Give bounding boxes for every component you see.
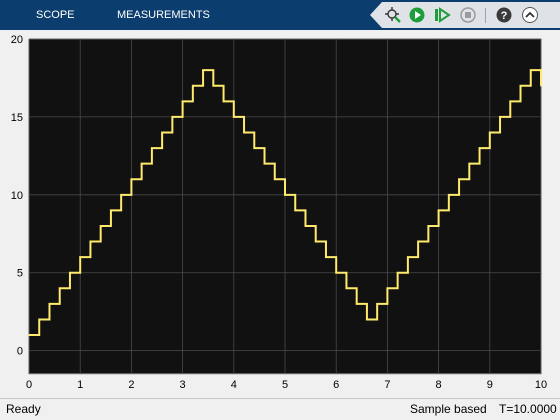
scope-plot[interactable]: 0 1 2 3 4 5 6 7 8 9 10 0 5 10 15 20 <box>0 30 560 398</box>
data-point <box>151 147 153 149</box>
data-point <box>386 287 389 290</box>
y-tick-label: 10 <box>11 190 23 202</box>
data-point <box>181 100 184 103</box>
x-tick-label: 2 <box>128 379 134 391</box>
data-point <box>519 84 522 87</box>
data-point <box>140 162 143 165</box>
x-tick-label: 8 <box>436 379 442 391</box>
run-icon[interactable] <box>408 6 426 24</box>
y-tick-label: 20 <box>11 34 23 46</box>
data-point <box>48 303 51 305</box>
tab-scope[interactable]: SCOPE <box>36 9 75 21</box>
x-tick-label: 10 <box>535 379 547 391</box>
data-point <box>489 131 491 134</box>
data-point <box>407 256 409 258</box>
collapse-icon[interactable] <box>521 6 539 24</box>
data-point <box>130 178 133 181</box>
data-point <box>79 256 81 258</box>
svg-text:?: ? <box>501 10 508 22</box>
data-point <box>243 131 245 134</box>
data-point <box>110 209 112 212</box>
help-icon[interactable]: ? <box>495 6 513 24</box>
status-text: Ready <box>6 402 41 416</box>
sample-mode-label: Sample based <box>410 402 487 416</box>
data-point <box>355 303 358 305</box>
data-point <box>99 225 102 227</box>
data-point <box>192 84 194 87</box>
data-point <box>325 256 327 258</box>
x-tick-label: 1 <box>77 379 83 391</box>
plot-area: 0 1 2 3 4 5 6 7 8 9 10 0 5 10 15 20 <box>0 30 560 398</box>
data-point <box>171 116 174 118</box>
x-tick-label: 6 <box>333 379 339 391</box>
data-point <box>509 100 512 103</box>
data-point <box>468 162 471 165</box>
signal-probe-icon[interactable] <box>384 6 402 24</box>
y-tick-label: 5 <box>17 268 23 280</box>
data-point <box>222 100 225 103</box>
data-point <box>233 116 235 118</box>
data-point <box>69 271 71 274</box>
data-point <box>294 209 297 212</box>
data-point <box>161 131 163 134</box>
data-point <box>448 194 450 196</box>
x-tick-label: 0 <box>26 379 32 391</box>
x-tick-label: 5 <box>282 379 288 391</box>
data-point <box>28 334 30 336</box>
x-tick-label: 9 <box>487 379 493 391</box>
data-point <box>540 84 542 87</box>
data-point <box>478 147 481 149</box>
x-tick-label: 7 <box>384 379 390 391</box>
data-point <box>427 225 430 227</box>
data-point <box>253 147 256 149</box>
step-forward-icon[interactable] <box>433 6 451 24</box>
data-point <box>396 271 399 274</box>
toolbar-separator <box>485 8 486 23</box>
data-point <box>212 84 215 87</box>
data-point <box>335 271 338 274</box>
data-point <box>273 178 276 181</box>
status-bar: Ready Sample based T=10.0000 <box>0 398 560 420</box>
simulation-time-label: T=10.0000 <box>499 402 557 416</box>
data-point <box>38 318 41 321</box>
data-point <box>284 194 286 196</box>
data-point <box>437 209 440 212</box>
data-point <box>120 194 122 196</box>
tab-measurements[interactable]: MEASUREMENTS <box>117 9 210 21</box>
quick-access-toolbar: ? <box>370 2 560 28</box>
data-point <box>376 303 378 305</box>
data-point <box>89 240 92 243</box>
data-point <box>529 69 532 71</box>
data-point <box>202 69 204 71</box>
x-tick-label: 4 <box>231 379 237 391</box>
data-point <box>458 178 460 181</box>
y-tick-label: 15 <box>11 112 23 124</box>
data-point <box>263 162 266 165</box>
x-tick-label: 3 <box>180 379 186 391</box>
data-point <box>499 116 501 118</box>
data-point <box>304 225 307 227</box>
data-point <box>345 287 348 290</box>
toolstrip: SCOPE MEASUREMENTS ? <box>0 0 560 30</box>
data-point <box>417 240 419 243</box>
y-tick-label: 0 <box>17 346 23 358</box>
data-point <box>366 318 368 321</box>
stop-icon[interactable] <box>459 6 477 24</box>
data-point <box>314 240 317 243</box>
data-point <box>58 287 61 290</box>
